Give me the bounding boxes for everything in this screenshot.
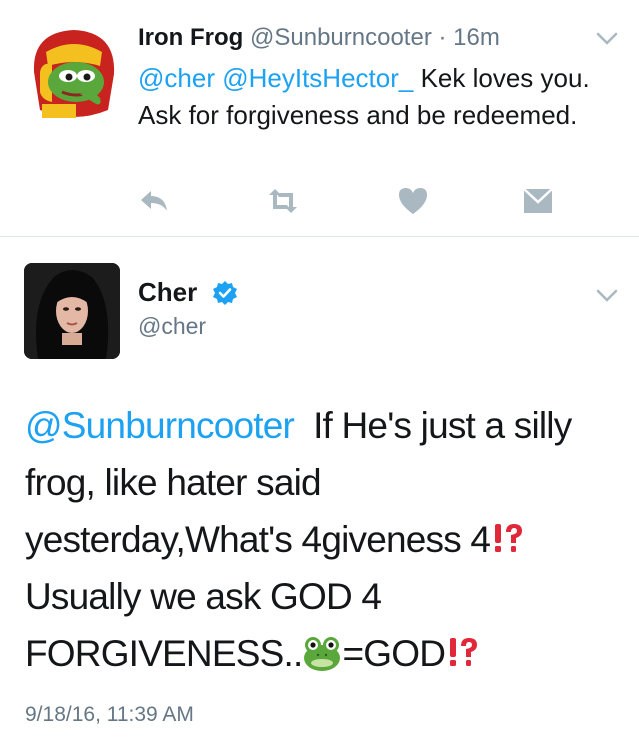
reply-text: @cher @HeyItsHector_ Kek loves you. Ask … (138, 60, 608, 134)
tweet-line: yesterday,What's 4giveness 4 (25, 519, 491, 560)
tweet-line: frog, like hater said (25, 462, 322, 503)
reply-header: Iron Frog @Sunburncooter · 16m (138, 24, 500, 52)
relative-time[interactable]: 16m (453, 24, 500, 51)
avatar[interactable] (22, 22, 126, 126)
tweet-line: FORGIVENESS.. (25, 633, 303, 674)
verified-badge-icon (213, 281, 237, 305)
mention-link[interactable]: @cher (138, 63, 215, 93)
exclamation-question-icon (495, 524, 523, 552)
tweet-timestamp: 9/18/16, 11:39 AM (25, 703, 194, 726)
tweet-line: Usually we ask GOD 4 (25, 576, 382, 617)
reply-tweet[interactable]: Iron Frog @Sunburncooter · 16m @cher @He… (0, 0, 639, 236)
separator: · (438, 24, 447, 51)
chevron-down-icon[interactable] (596, 32, 618, 46)
like-icon[interactable] (395, 183, 431, 219)
tweet-text: @Sunburncooter If He's just a silly frog… (25, 397, 625, 682)
chevron-down-icon[interactable] (596, 289, 618, 303)
mention-link[interactable]: @Sunburncooter (25, 405, 295, 446)
avatar[interactable] (24, 263, 120, 359)
message-icon[interactable] (520, 183, 556, 219)
tweet-line: If He's just a silly (313, 405, 572, 446)
exclamation-question-icon (450, 638, 478, 666)
display-name[interactable]: Iron Frog (138, 24, 243, 51)
main-tweet: Cher @cher @Sunburncooter If He's just a… (0, 237, 639, 746)
reply-icon[interactable] (135, 183, 171, 219)
mention-link[interactable]: @HeyItsHector_ (222, 63, 413, 93)
display-name[interactable]: Cher (138, 277, 197, 308)
tweet-line: =GOD (342, 633, 446, 674)
user-handle[interactable]: @Sunburncooter (250, 24, 432, 51)
retweet-icon[interactable] (265, 183, 301, 219)
frog-emoji-icon (304, 637, 341, 671)
user-handle[interactable]: @cher (138, 313, 206, 340)
